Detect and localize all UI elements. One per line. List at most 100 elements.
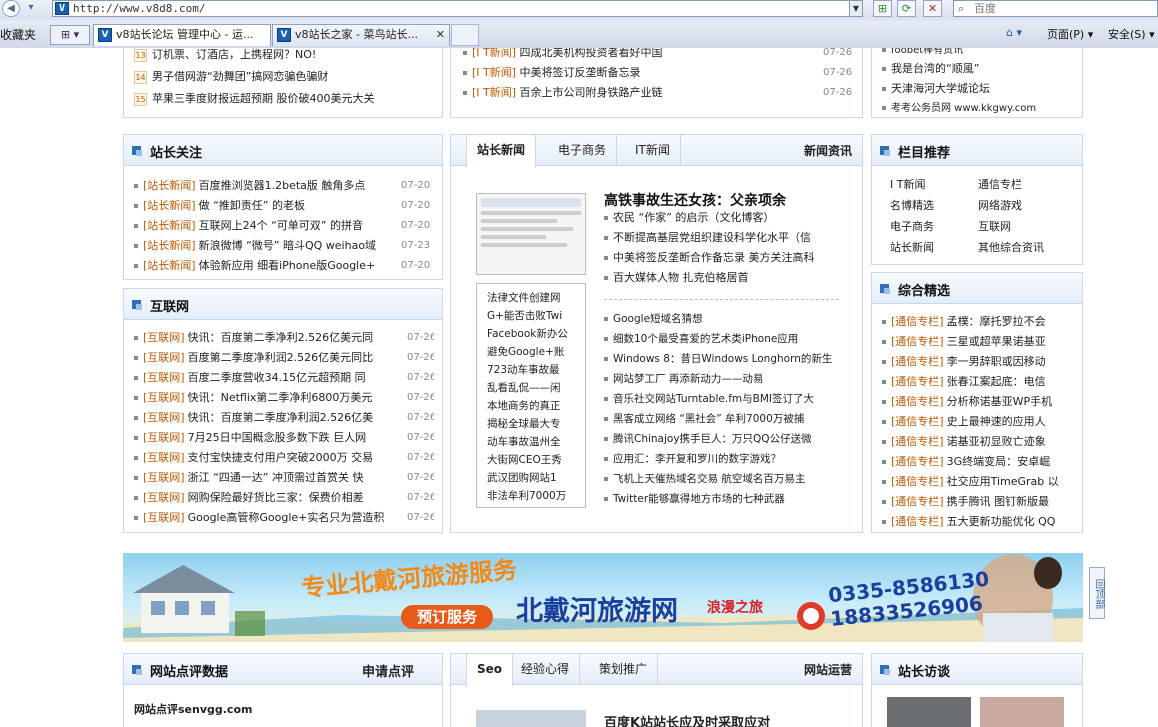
- hulianwang-item[interactable]: [互联网] 快讯：百度第二季净利2.526亿美元同 07-26: [134, 328, 434, 348]
- column-item[interactable]: 避免Google+账: [487, 344, 583, 359]
- history-dropdown-icon[interactable]: ▾: [24, 0, 38, 17]
- lanmu-link[interactable]: 站长新闻: [890, 239, 934, 255]
- column-item[interactable]: 大街网CEO王秀: [487, 452, 583, 467]
- tab-seo[interactable]: Seo: [466, 654, 514, 686]
- zhanzhang-item[interactable]: [站长新闻] 体验新应用 细看iPhone版Google+ 07-20: [134, 256, 434, 276]
- tab-ecommerce[interactable]: 电子商务: [548, 135, 618, 166]
- news-list-item[interactable]: Twitter能够赢得地方市场的七种武器: [604, 489, 839, 509]
- zhanzhang-item[interactable]: [站长新闻] 做 “推卸责任” 的老板 07-20: [134, 196, 434, 216]
- column-item[interactable]: Facebook新办公: [487, 326, 583, 341]
- news-list-item[interactable]: Windows 8：昔日Windows Longhorn的新生: [604, 349, 839, 369]
- news-list-item[interactable]: 应用汇：李开复和罗川的数字游戏？: [604, 449, 839, 469]
- column-item[interactable]: 动车事故温州全: [487, 434, 583, 449]
- news-list-item[interactable]: 不断提高基层党组织建设科学化水平（信: [604, 228, 839, 248]
- column-item[interactable]: 武汉团购网站1: [487, 470, 583, 485]
- lanmu-link[interactable]: I T新闻: [890, 176, 925, 192]
- back-button[interactable]: ◀: [2, 0, 20, 17]
- link-item[interactable]: 我是台湾的“顺風”: [882, 59, 979, 79]
- tab-promotion[interactable]: 策划推广: [589, 654, 659, 685]
- zonghe-item[interactable]: [通信专栏] 张春江案起底：电信: [882, 372, 1077, 392]
- link-item[interactable]: 考考公务员网 www.kkgwy.com: [882, 99, 1036, 119]
- news-headline[interactable]: 高铁事故生还女孩：父亲项余: [604, 190, 786, 210]
- zonghe-item[interactable]: [通信专栏] 分析称诺基亚WP手机: [882, 392, 1077, 412]
- interview-photo-1[interactable]: [887, 697, 971, 727]
- zonghe-item[interactable]: [通信专栏] 史上最神速的应用人: [882, 412, 1077, 432]
- it-news-item[interactable]: [I T新闻] 四成北美机构投资者看好中国 07-26: [463, 48, 858, 63]
- news-list-item[interactable]: 腾讯Chinajoy携手巨人：万只QQ公仔送微: [604, 429, 839, 449]
- hulianwang-item[interactable]: [互联网] Google高管称Google+实名只为营造积 07-26: [134, 508, 434, 528]
- rank-item[interactable]: 13 订机票、订酒店，上携程网？NO!: [134, 48, 316, 65]
- home-icon[interactable]: ⌂ ▾: [1006, 26, 1022, 39]
- column-item[interactable]: 揭秘全球最大专: [487, 416, 583, 431]
- column-item[interactable]: 法律文件创建网: [487, 290, 583, 305]
- operations-more-link[interactable]: 网站运营: [804, 661, 852, 678]
- zonghe-item[interactable]: [通信专栏] 五大更新功能优化 QQ: [882, 512, 1077, 532]
- interview-photo-2[interactable]: [980, 697, 1064, 727]
- lanmu-link[interactable]: 互联网: [978, 218, 1011, 234]
- column-item[interactable]: 本地商务的真正: [487, 398, 583, 413]
- news-list-item[interactable]: 农民 “作家” 的启示（文化博客）: [604, 208, 839, 228]
- rank-item[interactable]: 15 苹果三季度财报远超预期 股价破400美元大关: [134, 89, 375, 109]
- news-list-item[interactable]: 飞机上天催热域名交易 航空域名百万易主: [604, 469, 839, 489]
- search-input[interactable]: ⌕ 百度: [953, 0, 1158, 17]
- tab-close-icon[interactable]: ✕: [436, 25, 445, 45]
- zonghe-item[interactable]: [通信专栏] 社交应用TimeGrab 以: [882, 472, 1077, 492]
- hulianwang-item[interactable]: [互联网] 快讯：Netflix第二季净利6800万美元 07-26: [134, 388, 434, 408]
- it-news-item[interactable]: [I T新闻] 中美将签订反垄断备忘录 07-26: [463, 63, 858, 83]
- hulianwang-item[interactable]: [互联网] 百度二季度营收34.15亿元超预期 同 07-26: [134, 368, 434, 388]
- rank-item[interactable]: 14 男子借网游“劲舞团”搞网恋骗色骗财: [134, 67, 328, 87]
- tab-zhanzhang-news[interactable]: 站长新闻: [466, 135, 537, 167]
- it-news-item[interactable]: [I T新闻] 百余上市公司附身铁路产业链 07-26: [463, 83, 858, 103]
- lanmu-link[interactable]: 其他综合资讯: [978, 239, 1044, 255]
- hulianwang-item[interactable]: [互联网] 网购保险最好货比三家：保费价相差 07-26: [134, 488, 434, 508]
- dianping-first-item[interactable]: 网站点评senvgg.com: [134, 701, 252, 717]
- hulianwang-item[interactable]: [互联网] 7月25日中国概念股多数下跌 巨人网 07-26: [134, 428, 434, 448]
- back-to-top-button[interactable]: 回顶部: [1089, 567, 1105, 619]
- zonghe-item[interactable]: [通信专栏] 李一男辞职或因移动: [882, 352, 1077, 372]
- banner-book-button[interactable]: 预订服务: [401, 605, 493, 629]
- compat-view-icon[interactable]: ⊞: [873, 0, 892, 17]
- news-list-item[interactable]: 细数10个最受喜爱的艺术类iPhone应用: [604, 329, 839, 349]
- new-tab-button[interactable]: [451, 24, 479, 46]
- travel-banner-ad[interactable]: 专业北戴河旅游服务 预订服务 北戴河旅游网 浪漫之旅 0335-8586130 …: [123, 553, 1083, 642]
- zonghe-item[interactable]: [通信专栏] 孟樸：摩托罗拉不会: [882, 312, 1077, 332]
- hulianwang-item[interactable]: [互联网] 快讯：百度第二季度净利润2.526亿美 07-26: [134, 408, 434, 428]
- favorites-label[interactable]: 收藏夹: [0, 26, 36, 43]
- hulianwang-item[interactable]: [互联网] 浙江 “四通一达” 冲顶需过首赏关 快 07-26: [134, 468, 434, 488]
- stop-icon[interactable]: ✕: [923, 0, 942, 17]
- address-dropdown-button[interactable]: ▼: [849, 0, 863, 17]
- lanmu-link[interactable]: 名博精选: [890, 197, 934, 213]
- news-list-item[interactable]: 百大媒体人物 扎克伯格居首: [604, 268, 839, 288]
- quick-tabs-button[interactable]: ⊞ ▾: [50, 25, 90, 45]
- lanmu-link[interactable]: 电子商务: [890, 218, 934, 234]
- zonghe-item[interactable]: [通信专栏] 3G终端变局：安卓崛: [882, 452, 1077, 472]
- link-item[interactable]: 天津海河大学城论坛: [882, 79, 990, 99]
- seo-thumbnail-image[interactable]: [476, 710, 586, 727]
- column-item[interactable]: G+能否击败Twi: [487, 308, 583, 323]
- seo-headline[interactable]: 百度K站站长应及时采取应对: [604, 712, 770, 727]
- zhanzhang-item[interactable]: [站长新闻] 互联网上24个 “可单可双” 的拼音 07-20: [134, 216, 434, 236]
- news-list-item[interactable]: 网站梦工厂 再添新动力——动易: [604, 369, 839, 389]
- news-list-item[interactable]: 黑客成立网络 “黑社会” 牟利7000万被捕: [604, 409, 839, 429]
- news-thumbnail-image[interactable]: [476, 193, 586, 275]
- refresh-icon[interactable]: ⟳: [897, 0, 916, 17]
- column-item[interactable]: 乱看乱侃——闲: [487, 380, 583, 395]
- hulianwang-item[interactable]: [互联网] 支付宝快捷支付用户突破2000万 交易 07-26: [134, 448, 434, 468]
- column-item[interactable]: 723动车事故最: [487, 362, 583, 377]
- news-list-item[interactable]: 中美将签反垄断合作备忘录 美方关注高科: [604, 248, 839, 268]
- zonghe-item[interactable]: [通信专栏] 三星或超苹果诺基亚: [882, 332, 1077, 352]
- tab-experience[interactable]: 经验心得: [511, 654, 581, 685]
- lanmu-link[interactable]: 通信专栏: [978, 176, 1022, 192]
- lanmu-link[interactable]: 网络游戏: [978, 197, 1022, 213]
- news-more-link[interactable]: 新闻资讯: [804, 142, 852, 159]
- address-input[interactable]: Vhttp://www.v8d8.com/: [52, 0, 863, 17]
- zhanzhang-item[interactable]: [站长新闻] 百度推浏览器1.2beta版 触角多点 07-20: [134, 176, 434, 196]
- tab-home[interactable]: V v8站长之家 - 菜鸟站长... ✕: [272, 24, 450, 46]
- tab-admin[interactable]: V v8站长论坛 管理中心 - 运...: [93, 24, 271, 46]
- zonghe-item[interactable]: [通信专栏] 诺基亚初显败亡迹象: [882, 432, 1077, 452]
- column-item[interactable]: 非法牟利7000万: [487, 488, 583, 503]
- tab-it-news[interactable]: IT新闻: [625, 135, 681, 166]
- news-list-item[interactable]: Google短域名猜想: [604, 309, 839, 329]
- hulianwang-item[interactable]: [互联网] 百度第二季度净利润2.526亿美元同比 07-26: [134, 348, 434, 368]
- apply-review-link[interactable]: 申请点评: [362, 661, 414, 680]
